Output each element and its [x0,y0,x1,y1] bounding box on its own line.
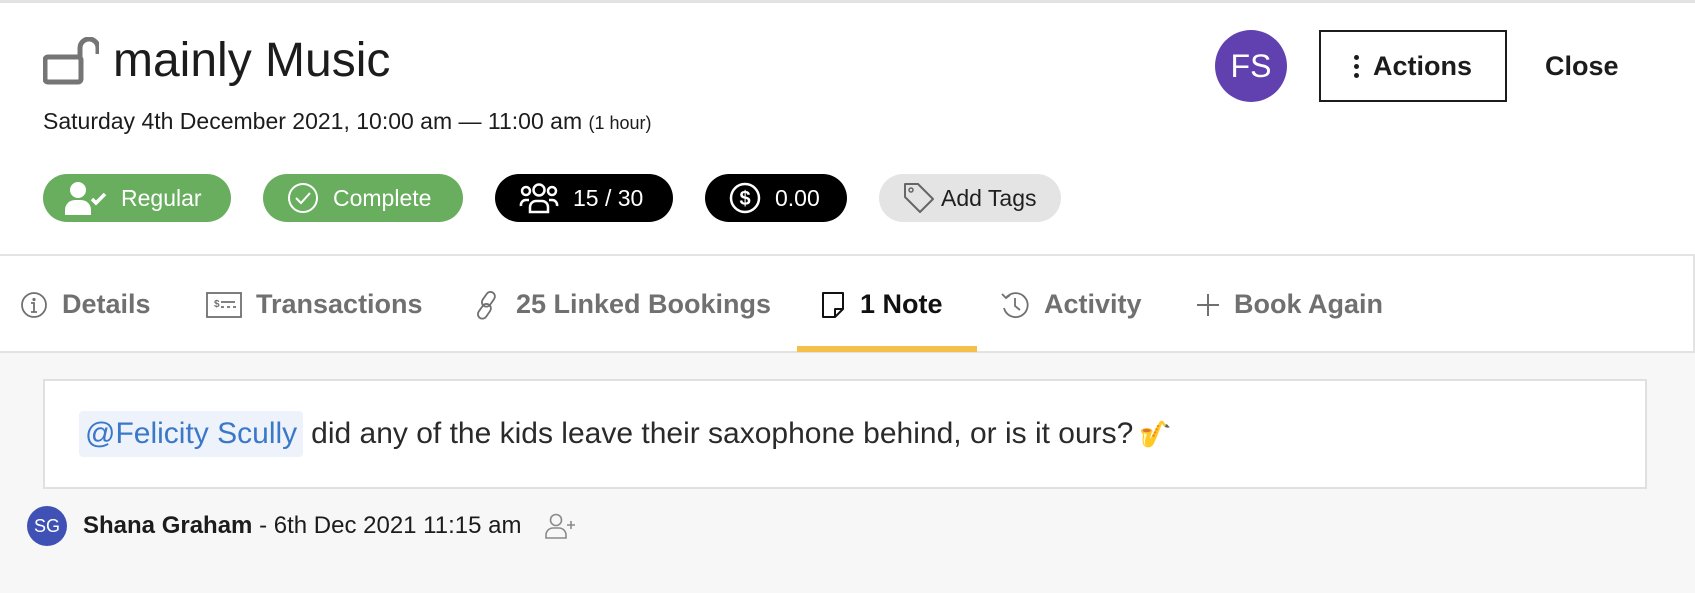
complete-label: Complete [333,184,432,211]
svg-text:$: $ [214,299,220,310]
author-name: Shana Graham [83,512,253,539]
user-check-icon [65,182,107,215]
close-button[interactable]: Close [1545,48,1619,84]
booking-header: mainly Music Saturday 4th December 2021,… [0,0,1695,255]
add-tags-button[interactable]: Add Tags [879,174,1061,222]
tab-details[interactable]: Details [20,256,151,353]
user-avatar[interactable]: FS [1215,30,1287,102]
note-body: @Felicity Scully did any of the kids lea… [79,411,1172,457]
tab-label: 25 Linked Bookings [516,289,772,319]
balance-badge[interactable]: $ 0.00 [705,174,847,222]
regular-badge[interactable]: Regular [43,174,231,222]
note-author: SG Shana Graham - 6th Dec 2021 11:15 am [27,505,577,547]
svg-text:$: $ [739,188,750,210]
booking-date: Saturday 4th December 2021, 10:00 am — 1… [43,106,652,138]
add-user-icon[interactable] [545,513,577,539]
tab-label: Transactions [256,289,423,319]
attendees-badge[interactable]: 15 / 30 [495,174,673,222]
tab-linked-bookings[interactable]: 25 Linked Bookings [472,256,771,353]
regular-label: Regular [121,184,202,211]
link-icon [477,290,496,320]
tab-label: Book Again [1234,289,1384,319]
note-timestamp: - 6th Dec 2021 11:15 am [259,512,522,539]
tag-icon [904,183,934,213]
complete-badge[interactable]: Complete [263,174,463,222]
tab-label: Activity [1044,289,1142,319]
check-circle-icon [288,183,318,213]
tab-label: Details [62,289,151,319]
note-card: @Felicity Scully did any of the kids lea… [43,379,1647,489]
tab-book-again[interactable]: Book Again [1196,256,1383,353]
date-range: Saturday 4th December 2021, 10:00 am — 1… [43,108,583,134]
note-text: did any of the kids leave their saxophon… [311,417,1134,450]
balance-amount: 0.00 [775,184,820,211]
more-vertical-icon [1353,54,1359,78]
saxophone-emoji: 🎷 [1139,419,1172,449]
actions-label: Actions [1372,50,1472,81]
tab-label: 1 Note [860,289,943,319]
author-avatar: SG [27,506,67,546]
author-meta: Shana Graham - 6th Dec 2021 11:15 am [83,512,521,540]
page-title: mainly Music [113,34,391,87]
tab-bar: Details $ Transactions 25 Linked Booking… [0,254,1695,353]
tab-activity[interactable]: Activity [1000,256,1142,353]
duration: (1 hour) [588,113,652,133]
tab-notes[interactable]: 1 Note [820,256,943,353]
group-icon [519,183,559,214]
receipt-icon: $ [206,291,242,318]
add-tags-label: Add Tags [941,184,1037,211]
user-mention[interactable]: @Felicity Scully [79,411,304,457]
info-icon [21,291,47,318]
dollar-circle-icon: $ [729,182,761,214]
history-icon [1001,291,1029,318]
attendees-count: 15 / 30 [573,184,644,211]
tab-transactions[interactable]: $ Transactions [206,256,423,353]
plus-icon [1197,293,1219,316]
active-tab-indicator [797,346,977,352]
unlocked-padlock-icon [43,37,99,85]
note-icon [822,291,844,318]
actions-button[interactable]: Actions [1319,30,1507,102]
